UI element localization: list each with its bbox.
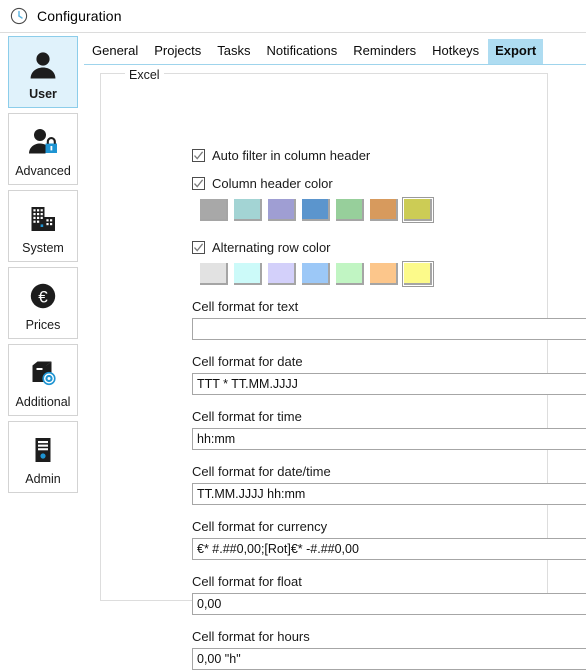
color-swatch[interactable] (336, 263, 364, 285)
sidebar-item-label: Advanced (15, 164, 71, 178)
cell-format-text-combo[interactable] (192, 318, 586, 340)
color-swatch[interactable] (234, 263, 262, 285)
check-icon (194, 242, 204, 252)
color-swatch[interactable] (302, 263, 330, 285)
sidebar-item-label: Admin (25, 472, 61, 486)
cell-format-float-label: Cell format for float (192, 574, 302, 589)
color-swatch[interactable] (268, 263, 296, 285)
tab-general[interactable]: General (85, 39, 145, 64)
tab-notifications[interactable]: Notifications (259, 39, 344, 64)
color-swatch[interactable] (302, 199, 330, 221)
cell-format-time-label: Cell format for time (192, 409, 302, 424)
sidebar: User Advanced System € Prices Additional… (0, 33, 84, 614)
cell-format-datetime-value: TT.MM.JJJJ hh:mm (197, 487, 306, 501)
tab-page-export: Excel Auto filter in column header Colum… (84, 65, 586, 670)
alternating-row-color-swatches (200, 261, 586, 287)
color-swatch-selected[interactable] (402, 261, 434, 287)
color-swatch[interactable] (200, 199, 228, 221)
sidebar-item-system[interactable]: System (8, 190, 78, 262)
auto-filter-checkbox-row[interactable]: Auto filter in column header (192, 145, 586, 165)
sidebar-item-additional[interactable]: Additional (8, 344, 78, 416)
color-swatch[interactable] (336, 199, 364, 221)
column-header-color-swatches (200, 197, 586, 223)
cell-format-hours-value: 0,00 "h" (197, 652, 241, 666)
cell-format-datetime-label: Cell format for date/time (192, 464, 331, 479)
svg-text:€: € (38, 288, 48, 307)
column-header-color-checkbox[interactable] (192, 176, 205, 190)
cell-format-time-value: hh:mm (197, 432, 236, 446)
sidebar-item-advanced[interactable]: Advanced (8, 113, 78, 185)
sidebar-item-prices[interactable]: € Prices (8, 267, 78, 339)
sidebar-item-label: User (29, 87, 57, 101)
tab-projects[interactable]: Projects (147, 39, 208, 64)
alternating-row-color-checkbox[interactable] (192, 240, 205, 254)
person-lock-icon (23, 122, 63, 162)
tab-reminders[interactable]: Reminders (346, 39, 423, 64)
color-swatch-selected[interactable] (402, 197, 434, 223)
tab-tasks[interactable]: Tasks (210, 39, 257, 64)
cell-format-currency-combo[interactable]: €* #.##0,00;[Rot]€* -#.##0,00 (192, 538, 586, 560)
tab-strip: General Projects Tasks Notifications Rem… (84, 36, 586, 65)
cell-format-text-label: Cell format for text (192, 299, 299, 314)
alternating-row-color-label: Alternating row color (212, 239, 331, 255)
cell-format-hours-combo[interactable]: 0,00 "h" (192, 648, 586, 670)
building-icon (23, 199, 63, 239)
cell-format-currency-value: €* #.##0,00;[Rot]€* -#.##0,00 (197, 542, 359, 556)
export-settings-form: Auto filter in column header Column head… (192, 145, 586, 670)
cell-format-date-label: Cell format for date (192, 354, 303, 369)
euro-icon: € (23, 276, 63, 316)
tab-export[interactable]: Export (488, 39, 544, 64)
cell-format-float-combo[interactable]: 0,00 (192, 593, 586, 615)
cell-format-float-value: 0,00 (197, 597, 222, 611)
clock-icon (10, 7, 28, 25)
server-icon (23, 430, 63, 470)
alternating-row-color-checkbox-row[interactable]: Alternating row color (192, 237, 586, 257)
column-header-color-checkbox-row[interactable]: Column header color (192, 173, 586, 193)
person-icon (23, 45, 63, 85)
cell-format-date-combo[interactable]: TTT * TT.MM.JJJJ (192, 373, 586, 395)
color-swatch[interactable] (370, 263, 398, 285)
window-titlebar: Configuration (0, 0, 586, 33)
cell-format-currency-label: Cell format for currency (192, 519, 328, 534)
cell-format-datetime-combo[interactable]: TT.MM.JJJJ hh:mm (192, 483, 586, 505)
check-icon (194, 178, 204, 188)
window-title: Configuration (37, 8, 122, 24)
box-disc-icon (23, 353, 63, 393)
auto-filter-checkbox[interactable] (192, 148, 205, 162)
tab-hotkeys[interactable]: Hotkeys (425, 39, 486, 64)
auto-filter-label: Auto filter in column header (212, 147, 371, 163)
cell-format-time-combo[interactable]: hh:mm (192, 428, 586, 450)
sidebar-item-label: Additional (15, 395, 71, 409)
sidebar-item-admin[interactable]: Admin (8, 421, 78, 493)
sidebar-item-label: Prices (25, 318, 61, 332)
sidebar-item-user[interactable]: User (8, 36, 78, 108)
color-swatch[interactable] (234, 199, 262, 221)
group-legend: Excel (125, 68, 164, 82)
column-header-color-label: Column header color (212, 175, 333, 191)
color-swatch[interactable] (200, 263, 228, 285)
sidebar-item-label: System (22, 241, 64, 255)
color-swatch[interactable] (370, 199, 398, 221)
cell-format-hours-label: Cell format for hours (192, 629, 310, 644)
cell-format-date-value: TTT * TT.MM.JJJJ (197, 377, 298, 391)
check-icon (194, 150, 204, 160)
color-swatch[interactable] (268, 199, 296, 221)
